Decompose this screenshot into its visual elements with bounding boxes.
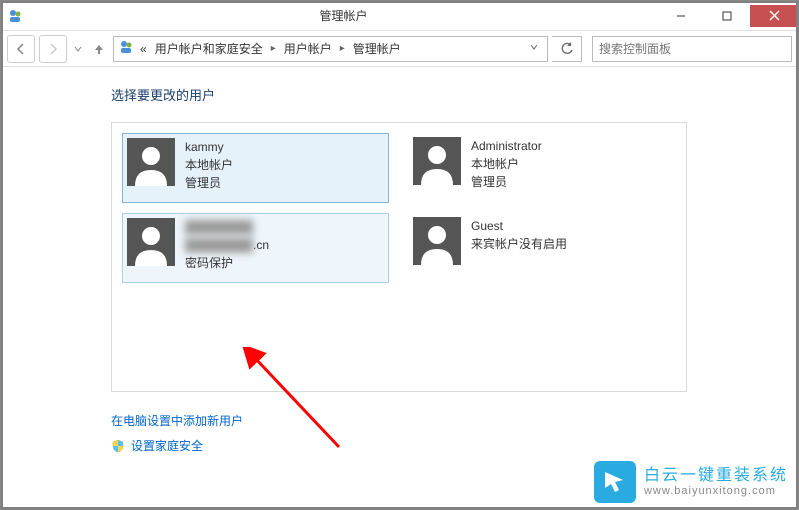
watermark-icon [594, 461, 636, 503]
close-button[interactable] [750, 5, 798, 27]
breadcrumb-3[interactable]: 管理帐户 [351, 40, 403, 57]
app-icon [1, 8, 29, 24]
user-card-msaccount[interactable]: ████████ ████████.cn 密码保护 [122, 213, 389, 283]
user-name: kammy [185, 138, 233, 156]
breadcrumb-prefix[interactable]: « [138, 42, 149, 56]
chevron-right-icon[interactable]: ▸ [269, 43, 278, 54]
user-info: ████████ ████████.cn 密码保护 [185, 218, 269, 272]
user-name: Guest [471, 217, 567, 235]
title-bar: 管理帐户 [1, 1, 798, 31]
search-box[interactable] [592, 36, 792, 62]
up-button[interactable] [89, 35, 109, 63]
address-bar[interactable]: « 用户帐户和家庭安全 ▸ 用户帐户 ▸ 管理帐户 [113, 36, 548, 62]
shield-icon [111, 439, 125, 453]
user-email: ████████.cn [185, 236, 269, 254]
breadcrumb-1[interactable]: 用户帐户和家庭安全 [153, 40, 265, 57]
window-controls [658, 5, 798, 27]
user-name: Administrator [471, 137, 542, 155]
address-dropdown[interactable] [525, 43, 543, 54]
user-card-administrator[interactable]: Administrator 本地帐户 管理员 [409, 133, 676, 203]
content-area: 选择要更改的用户 kammy 本地帐户 管理员 Adminis [1, 67, 798, 509]
user-name: ████████ [185, 218, 269, 236]
user-info: Administrator 本地帐户 管理员 [471, 137, 542, 191]
search-input[interactable] [599, 42, 785, 56]
watermark: 白云一键重装系统 www.baiyunxitong.com [594, 461, 788, 503]
forward-button[interactable] [39, 35, 67, 63]
minimize-button[interactable] [658, 5, 704, 27]
breadcrumb-2[interactable]: 用户帐户 [282, 40, 334, 57]
location-icon [118, 39, 134, 58]
avatar-icon [413, 137, 461, 185]
watermark-url: www.baiyunxitong.com [644, 485, 788, 497]
user-type: 本地帐户 [185, 156, 233, 174]
chevron-right-icon[interactable]: ▸ [338, 43, 347, 54]
watermark-title: 白云一键重装系统 [644, 467, 788, 485]
user-card-guest[interactable]: Guest 来宾帐户没有启用 [409, 213, 676, 283]
family-safety-link[interactable]: 设置家庭安全 [111, 437, 766, 454]
users-panel: kammy 本地帐户 管理员 Administrator 本地帐户 管理员 [111, 122, 687, 392]
recent-dropdown[interactable] [71, 45, 85, 53]
add-user-link[interactable]: 在电脑设置中添加新用户 [111, 412, 766, 429]
refresh-button[interactable] [552, 36, 582, 62]
user-info: Guest 来宾帐户没有启用 [471, 217, 567, 253]
back-button[interactable] [7, 35, 35, 63]
user-status: 密码保护 [185, 254, 269, 272]
user-role: 管理员 [185, 174, 233, 192]
user-role: 管理员 [471, 173, 542, 191]
avatar-icon [127, 218, 175, 266]
user-card-kammy[interactable]: kammy 本地帐户 管理员 [122, 133, 389, 203]
maximize-button[interactable] [704, 5, 750, 27]
avatar-icon [127, 138, 175, 186]
user-type: 本地帐户 [471, 155, 542, 173]
window-title: 管理帐户 [29, 7, 658, 24]
user-status: 来宾帐户没有启用 [471, 235, 567, 253]
bottom-links: 在电脑设置中添加新用户 设置家庭安全 [111, 412, 766, 454]
page-heading: 选择要更改的用户 [111, 85, 766, 104]
navigation-bar: « 用户帐户和家庭安全 ▸ 用户帐户 ▸ 管理帐户 [1, 31, 798, 67]
avatar-icon [413, 217, 461, 265]
user-info: kammy 本地帐户 管理员 [185, 138, 233, 192]
